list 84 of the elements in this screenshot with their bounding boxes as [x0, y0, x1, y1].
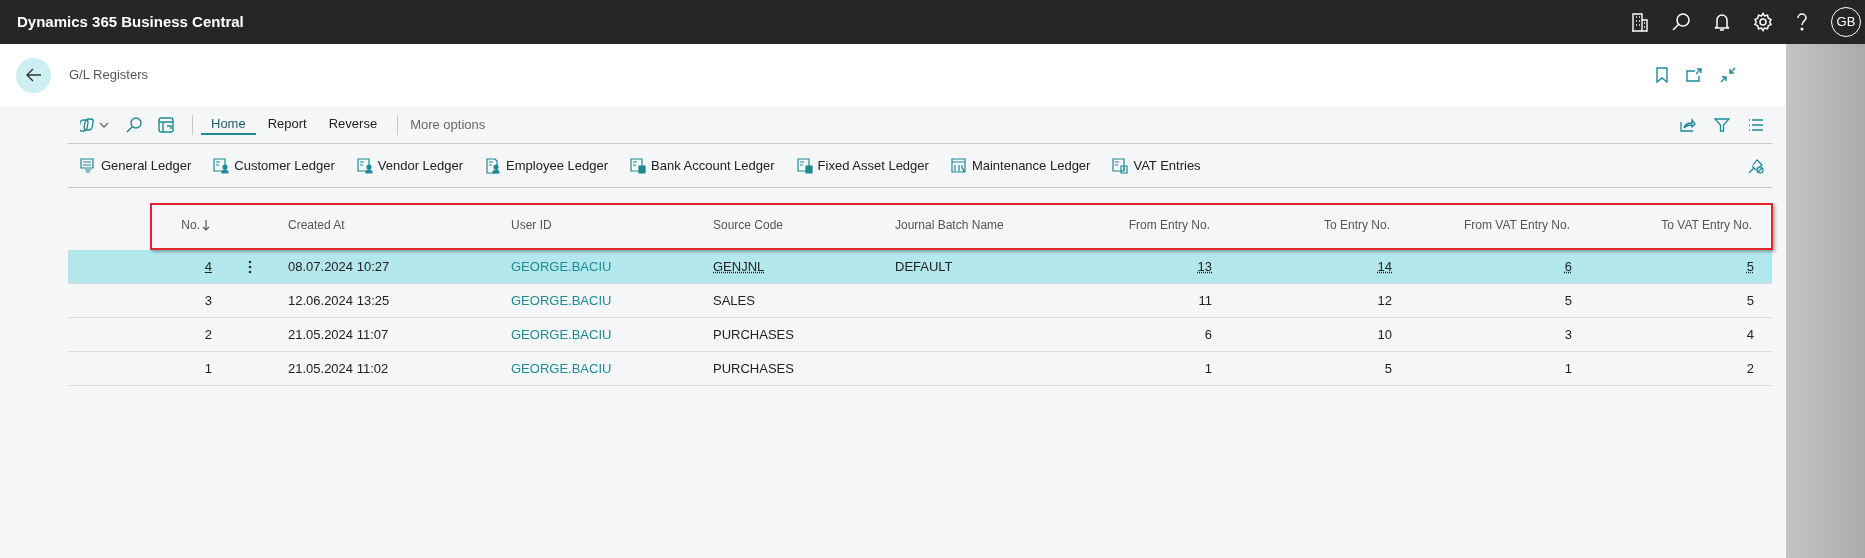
table-cell-text: 08.07.2024 10:27	[288, 257, 390, 276]
table-row[interactable]: 3 12.06.2024 13:25 GEORGE.BACIU SALES 11 12 5 5	[68, 284, 1772, 318]
cell-link[interactable]: 13	[1197, 256, 1212, 277]
action-button[interactable]: Employee Ledger	[485, 155, 608, 176]
table-cell-text: 11	[1198, 291, 1212, 310]
share-icon[interactable]	[1680, 117, 1696, 132]
action-button[interactable]: Customer Ledger	[213, 155, 335, 176]
column-header[interactable]: Source Code	[713, 216, 784, 234]
table-cell-text: DEFAULT	[895, 257, 953, 276]
selected-row[interactable]: 4 08.07.2024 10:27 GEORGE.BACIU GENJNL DEFAULT 13 14 6 5	[68, 250, 1772, 284]
cell-link[interactable]: GEORGE.BACIU	[511, 358, 612, 379]
ledger-icon	[1112, 157, 1129, 174]
layout-icon[interactable]	[158, 116, 174, 133]
action-button[interactable]: General Ledger	[80, 155, 192, 176]
table-cell-text: 1	[1564, 359, 1572, 378]
bell-icon[interactable]	[1713, 12, 1731, 32]
table-cell-text: 5	[1564, 291, 1572, 310]
table-cell-text: 21.05.2024 11:07	[288, 325, 389, 344]
action-tab[interactable]: Home	[201, 114, 256, 135]
table-cell-text: 6	[1204, 325, 1212, 344]
bookmark-icon[interactable]	[1656, 67, 1668, 83]
unpin-icon[interactable]	[1748, 157, 1764, 174]
page-title: G/L Registers	[69, 66, 148, 85]
column-header[interactable]: To Entry No.	[1323, 216, 1390, 234]
more-options-link[interactable]: More options	[410, 114, 486, 135]
table-cell-text: 3	[1564, 325, 1572, 344]
action-button[interactable]: VAT Entries	[1112, 155, 1201, 176]
cell-link[interactable]: 5	[1746, 256, 1754, 277]
more-icon[interactable]	[248, 259, 252, 274]
action-tab[interactable]: Reverse	[318, 114, 388, 135]
copilot-icon[interactable]	[80, 116, 110, 133]
ledger-person-icon	[213, 157, 230, 174]
column-header[interactable]: No.	[181, 216, 200, 234]
table-cell-text: 2	[1746, 359, 1754, 378]
filter-icon[interactable]	[1714, 117, 1730, 132]
ledger-person-icon	[356, 157, 373, 174]
table-cell-text: 4	[1746, 325, 1754, 344]
action-tab[interactable]: Report	[257, 114, 317, 135]
table-cell-text: 3	[204, 291, 212, 310]
open-in-new-window-icon[interactable]	[1686, 68, 1702, 82]
cell-link[interactable]: 4	[204, 256, 212, 277]
back-arrow-icon	[25, 68, 42, 82]
table-cell-text: 1	[204, 359, 212, 378]
document-person-icon	[485, 157, 502, 174]
building-icon[interactable]	[1631, 12, 1649, 32]
help-icon[interactable]	[1795, 12, 1809, 32]
table-cell-text: 12	[1377, 291, 1392, 310]
cell-link[interactable]: GEORGE.BACIU	[511, 324, 612, 345]
table-cell-text: 1	[1204, 359, 1212, 378]
action-button[interactable]: Bank Account Ledger	[630, 155, 775, 176]
ledger-icon	[80, 157, 96, 174]
ledger-building-icon	[630, 157, 646, 174]
app-title: Dynamics 365 Business Central	[17, 11, 244, 32]
action-button[interactable]: Vendor Ledger	[356, 155, 464, 176]
column-header[interactable]: From VAT Entry No.	[1463, 216, 1570, 234]
table-cell-text: 5	[1746, 291, 1754, 310]
column-header[interactable]: Created At	[288, 216, 345, 234]
list-icon[interactable]	[1748, 118, 1764, 131]
table-cell-text: 12.06.2024 13:25	[288, 291, 390, 310]
settings-icon[interactable]	[1753, 12, 1773, 32]
table-row[interactable]: 2 21.05.2024 11:07 GEORGE.BACIU PURCHASES 6 10 3 4	[68, 318, 1772, 352]
cell-link[interactable]: 14	[1377, 256, 1392, 277]
table-row[interactable]: 1 21.05.2024 11:02 GEORGE.BACIU PURCHASES 1 5 1 2	[68, 352, 1772, 386]
column-header[interactable]: Journal Batch Name	[895, 216, 1004, 234]
table-cell-text: SALES	[713, 291, 755, 310]
table-cell-text: 21.05.2024 11:02	[288, 359, 389, 378]
ledger-building-icon	[796, 157, 813, 174]
table-cell-text: 5	[1384, 359, 1392, 378]
table-cell-text: 10	[1377, 325, 1392, 344]
column-header[interactable]: From Entry No.	[1128, 216, 1210, 234]
cell-link[interactable]: GEORGE.BACIU	[511, 290, 612, 311]
search-icon[interactable]	[1671, 12, 1691, 32]
table-cell-text: PURCHASES	[713, 325, 794, 344]
collapse-icon[interactable]	[1720, 67, 1736, 83]
table-cell-text: 2	[204, 325, 212, 344]
ledger-wrench-icon	[950, 157, 967, 174]
table-cell-text: PURCHASES	[713, 359, 794, 378]
action-button[interactable]: Maintenance Ledger	[950, 155, 1091, 176]
cell-link[interactable]: 6	[1564, 256, 1572, 277]
action-button[interactable]: Fixed Asset Ledger	[796, 155, 929, 176]
back-button[interactable]	[16, 57, 51, 93]
column-header[interactable]: User ID	[511, 216, 552, 234]
column-header[interactable]: To VAT Entry No.	[1661, 216, 1752, 234]
cell-link[interactable]: GENJNL	[713, 256, 765, 277]
